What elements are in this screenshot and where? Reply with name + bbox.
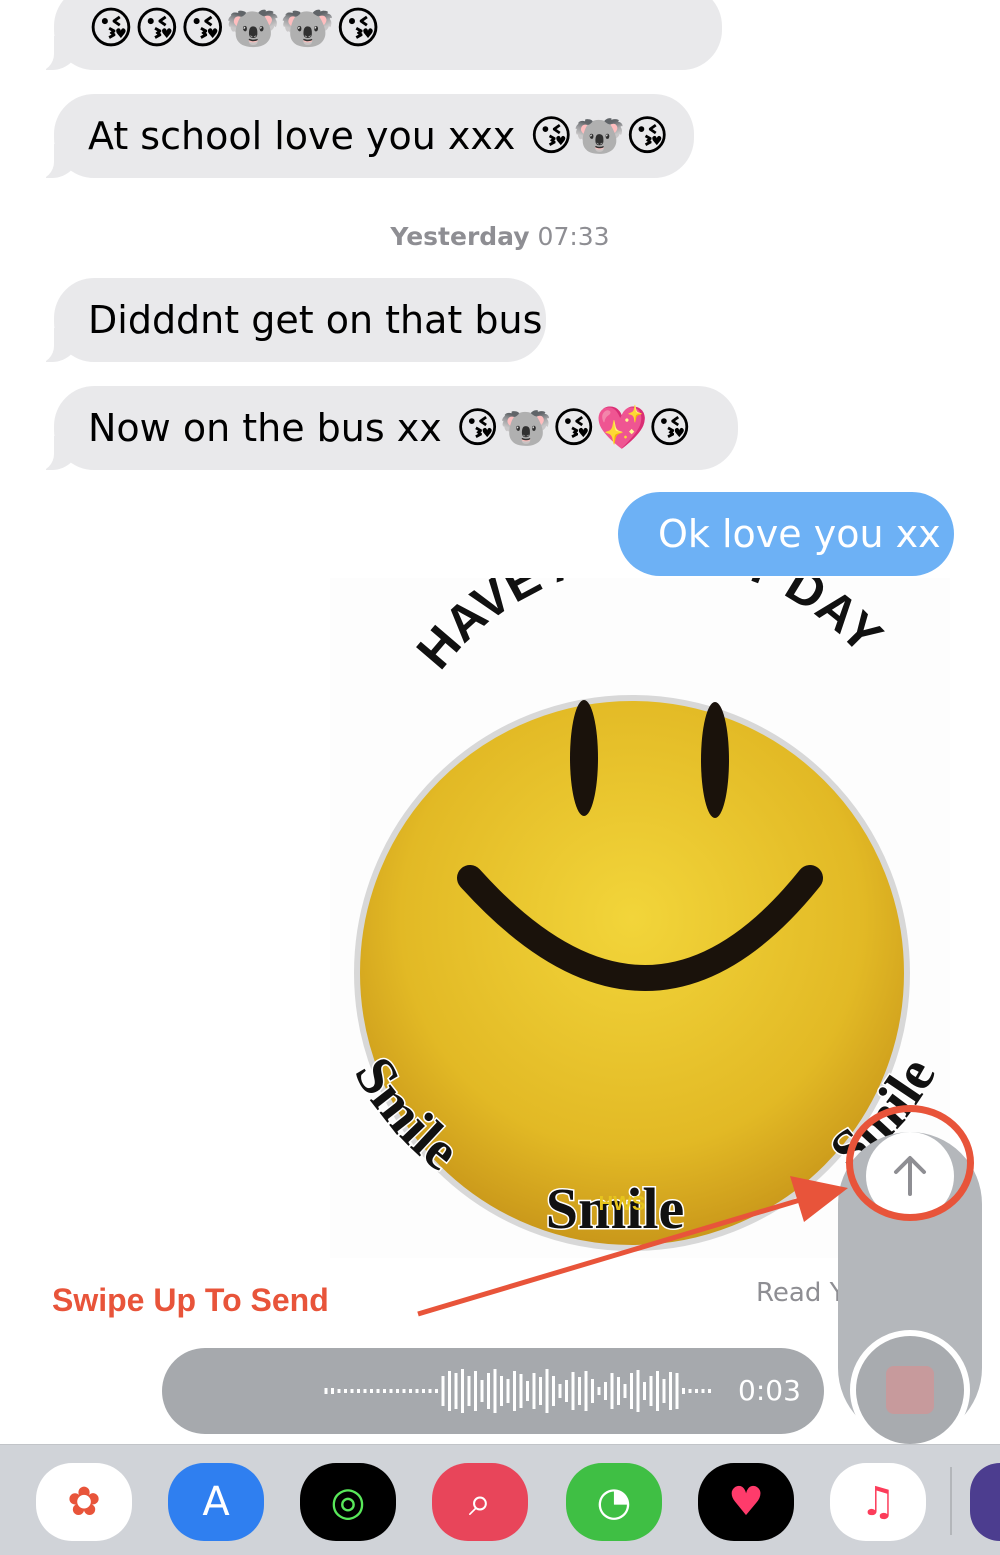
sticker-watermark: HWS [599, 1193, 646, 1215]
app-drawer-divider [950, 1467, 952, 1535]
photos-icon[interactable]: ✿ [36, 1463, 132, 1541]
timestamp-day: Yesterday [390, 222, 530, 251]
stop-recording-button[interactable] [850, 1330, 970, 1450]
app-store-icon[interactable]: A [168, 1463, 264, 1541]
more-apps-icon[interactable] [970, 1463, 1000, 1541]
imessage-app-drawer: ✿ A ◎ ⌕ ◔ ♥ ♫ [0, 1444, 1000, 1555]
smiley-right-eye [701, 702, 729, 818]
smiley-left-eye [570, 700, 598, 816]
audio-waveform [324, 1369, 711, 1413]
read-receipt: Read Y [756, 1278, 846, 1308]
message-bubble-at-school[interactable]: At school love you xxx 😘🐨😘 [30, 94, 694, 180]
message-emojis: 😘🐨😘 [529, 111, 670, 160]
message-emojis: 😘😘😘🐨🐨😘 [88, 3, 382, 54]
message-text: Ok love you xx [658, 512, 941, 556]
message-text: At school love you xxx [88, 114, 516, 158]
audio-duration: 0:03 [738, 1374, 801, 1407]
search-images-icon[interactable]: ⌕ [432, 1463, 528, 1541]
send-highlight-ring [846, 1105, 974, 1221]
message-bubble-outgoing[interactable]: Ok love you xx [618, 492, 954, 576]
message-bubble-emoji-row[interactable]: 😘😘😘🐨🐨😘 [30, 0, 722, 72]
message-bubble-on-bus[interactable]: Now on the bus xx 😘🐨😘💖😘 [30, 386, 738, 472]
audio-message-bar[interactable]: 0:03 [162, 1348, 824, 1434]
stop-icon [886, 1366, 934, 1414]
activity-icon[interactable]: ◎ [300, 1463, 396, 1541]
timestamp-time: 07:33 [537, 222, 610, 251]
message-emojis: 😘🐨😘💖😘 [455, 403, 692, 452]
message-timestamp: Yesterday 07:33 [0, 222, 1000, 251]
digital-touch-icon[interactable]: ♥ [698, 1463, 794, 1541]
clock-icon[interactable]: ◔ [566, 1463, 662, 1541]
swipe-up-annotation-label: Swipe Up To Send [52, 1282, 329, 1318]
message-text: Didddnt get on that bus [88, 298, 543, 342]
message-bubble-missed-bus[interactable]: Didddnt get on that bus [30, 278, 546, 364]
music-icon[interactable]: ♫ [830, 1463, 926, 1541]
message-text: Now on the bus xx [88, 406, 442, 450]
